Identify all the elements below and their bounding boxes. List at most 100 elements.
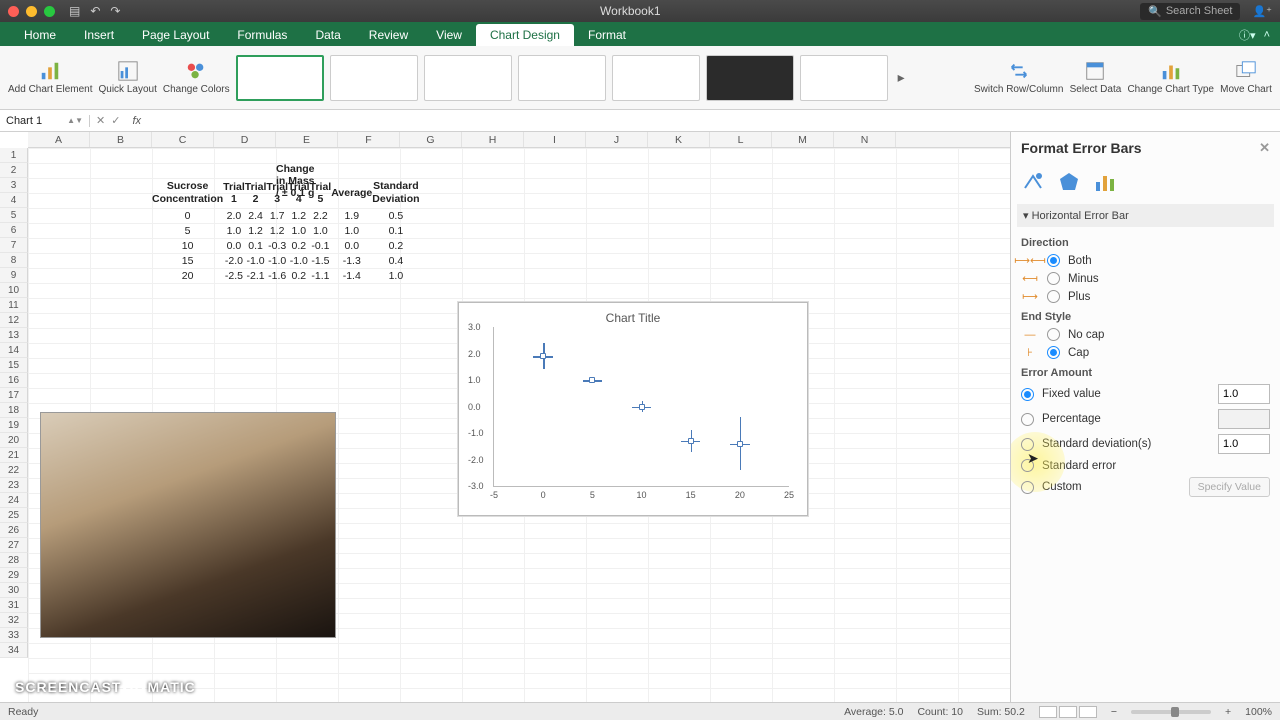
row-30[interactable]: 30 bbox=[0, 583, 28, 598]
row-22[interactable]: 22 bbox=[0, 463, 28, 478]
row-18[interactable]: 18 bbox=[0, 403, 28, 418]
tab-page-layout[interactable]: Page Layout bbox=[128, 24, 223, 46]
row-6[interactable]: 6 bbox=[0, 223, 28, 238]
chart-title[interactable]: Chart Title bbox=[459, 311, 807, 325]
col-I[interactable]: I bbox=[524, 132, 586, 147]
col-N[interactable]: N bbox=[834, 132, 896, 147]
stddev-input[interactable] bbox=[1218, 434, 1270, 454]
row-7[interactable]: 7 bbox=[0, 238, 28, 253]
minimize-window-button[interactable] bbox=[26, 6, 37, 17]
row-4[interactable]: 4 bbox=[0, 193, 28, 208]
col-J[interactable]: J bbox=[586, 132, 648, 147]
formula-input[interactable]: fx bbox=[126, 115, 1280, 127]
tab-home[interactable]: Home bbox=[10, 24, 70, 46]
row-12[interactable]: 12 bbox=[0, 313, 28, 328]
radio-plus[interactable] bbox=[1047, 290, 1060, 303]
ribbon-help-icon[interactable]: ⓘ▾ bbox=[1239, 27, 1256, 43]
tab-data[interactable]: Data bbox=[301, 24, 354, 46]
radio-fixed-value[interactable] bbox=[1021, 388, 1034, 401]
quick-layout-button[interactable]: Quick Layout bbox=[99, 49, 157, 107]
share-icon[interactable]: 👤⁺ bbox=[1252, 5, 1272, 18]
zoom-slider[interactable] bbox=[1131, 710, 1211, 714]
fill-line-icon[interactable] bbox=[1021, 170, 1045, 194]
row-15[interactable]: 15 bbox=[0, 358, 28, 373]
worksheet[interactable]: ABCDEFGHIJKLMN 1234567891011121314151617… bbox=[0, 132, 1010, 702]
row-2[interactable]: 2 bbox=[0, 163, 28, 178]
switch-row-column-button[interactable]: Switch Row/Column bbox=[974, 49, 1063, 107]
row-14[interactable]: 14 bbox=[0, 343, 28, 358]
tab-chart-design[interactable]: Chart Design bbox=[476, 24, 574, 46]
select-data-button[interactable]: Select Data bbox=[1069, 49, 1121, 107]
row-33[interactable]: 33 bbox=[0, 628, 28, 643]
embedded-chart[interactable]: Chart Title -3.0-2.0-1.00.01.02.03.0-505… bbox=[458, 302, 808, 516]
percentage-input[interactable] bbox=[1218, 409, 1270, 429]
specify-value-button[interactable]: Specify Value bbox=[1189, 477, 1270, 497]
chart-style-6[interactable] bbox=[706, 55, 794, 101]
view-buttons[interactable] bbox=[1039, 706, 1097, 718]
section-header[interactable]: ▾ Horizontal Error Bar bbox=[1017, 204, 1274, 227]
col-A[interactable]: A bbox=[28, 132, 90, 147]
radio-percentage[interactable] bbox=[1021, 413, 1034, 426]
tab-review[interactable]: Review bbox=[355, 24, 422, 46]
row-23[interactable]: 23 bbox=[0, 478, 28, 493]
close-window-button[interactable] bbox=[8, 6, 19, 17]
effects-icon[interactable] bbox=[1057, 170, 1081, 194]
radio-cap[interactable] bbox=[1047, 346, 1060, 359]
col-H[interactable]: H bbox=[462, 132, 524, 147]
add-chart-element-button[interactable]: Add Chart Element bbox=[8, 49, 93, 107]
enter-icon[interactable]: ✓ bbox=[111, 114, 120, 127]
chart-plot-area[interactable]: -3.0-2.0-1.00.01.02.03.0-50510152025 bbox=[493, 327, 789, 487]
search-box[interactable]: 🔍 Search Sheet bbox=[1140, 3, 1240, 20]
col-M[interactable]: M bbox=[772, 132, 834, 147]
row-21[interactable]: 21 bbox=[0, 448, 28, 463]
row-16[interactable]: 16 bbox=[0, 373, 28, 388]
row-11[interactable]: 11 bbox=[0, 298, 28, 313]
zoom-plus[interactable]: + bbox=[1225, 706, 1231, 718]
row-29[interactable]: 29 bbox=[0, 568, 28, 583]
radio-both[interactable] bbox=[1047, 254, 1060, 267]
cancel-icon[interactable]: ✕ bbox=[96, 114, 105, 127]
col-G[interactable]: G bbox=[400, 132, 462, 147]
row-5[interactable]: 5 bbox=[0, 208, 28, 223]
bar-options-icon[interactable] bbox=[1093, 170, 1117, 194]
chart-style-1[interactable] bbox=[236, 55, 324, 101]
name-box[interactable]: Chart 1▲▼ bbox=[0, 115, 90, 127]
col-L[interactable]: L bbox=[710, 132, 772, 147]
row-3[interactable]: 3 bbox=[0, 178, 28, 193]
col-D[interactable]: D bbox=[214, 132, 276, 147]
tab-insert[interactable]: Insert bbox=[70, 24, 128, 46]
row-1[interactable]: 1 bbox=[0, 148, 28, 163]
zoom-minus[interactable]: − bbox=[1111, 706, 1117, 718]
row-26[interactable]: 26 bbox=[0, 523, 28, 538]
col-C[interactable]: C bbox=[152, 132, 214, 147]
col-E[interactable]: E bbox=[276, 132, 338, 147]
collapse-ribbon-icon[interactable]: ˄ bbox=[1264, 29, 1270, 41]
row-10[interactable]: 10 bbox=[0, 283, 28, 298]
chart-style-3[interactable] bbox=[424, 55, 512, 101]
col-K[interactable]: K bbox=[648, 132, 710, 147]
radio-nocap[interactable] bbox=[1047, 328, 1060, 341]
row-17[interactable]: 17 bbox=[0, 388, 28, 403]
gallery-next-icon[interactable]: ▸ bbox=[894, 69, 909, 86]
tab-view[interactable]: View bbox=[422, 24, 476, 46]
move-chart-button[interactable]: Move Chart bbox=[1220, 49, 1272, 107]
undo-icon[interactable]: ↶ bbox=[90, 4, 100, 18]
col-B[interactable]: B bbox=[90, 132, 152, 147]
chart-style-2[interactable] bbox=[330, 55, 418, 101]
row-27[interactable]: 27 bbox=[0, 538, 28, 553]
chart-style-5[interactable] bbox=[612, 55, 700, 101]
fixed-value-input[interactable] bbox=[1218, 384, 1270, 404]
save-icon[interactable]: ▤ bbox=[69, 4, 80, 18]
radio-custom[interactable] bbox=[1021, 481, 1034, 494]
tab-format[interactable]: Format bbox=[574, 24, 640, 46]
row-20[interactable]: 20 bbox=[0, 433, 28, 448]
chart-style-7[interactable] bbox=[800, 55, 888, 101]
redo-icon[interactable]: ↷ bbox=[110, 4, 120, 18]
col-F[interactable]: F bbox=[338, 132, 400, 147]
zoom-percent[interactable]: 100% bbox=[1245, 706, 1272, 718]
tab-formulas[interactable]: Formulas bbox=[223, 24, 301, 46]
chart-style-4[interactable] bbox=[518, 55, 606, 101]
change-chart-type-button[interactable]: Change Chart Type bbox=[1127, 49, 1214, 107]
row-24[interactable]: 24 bbox=[0, 493, 28, 508]
row-8[interactable]: 8 bbox=[0, 253, 28, 268]
